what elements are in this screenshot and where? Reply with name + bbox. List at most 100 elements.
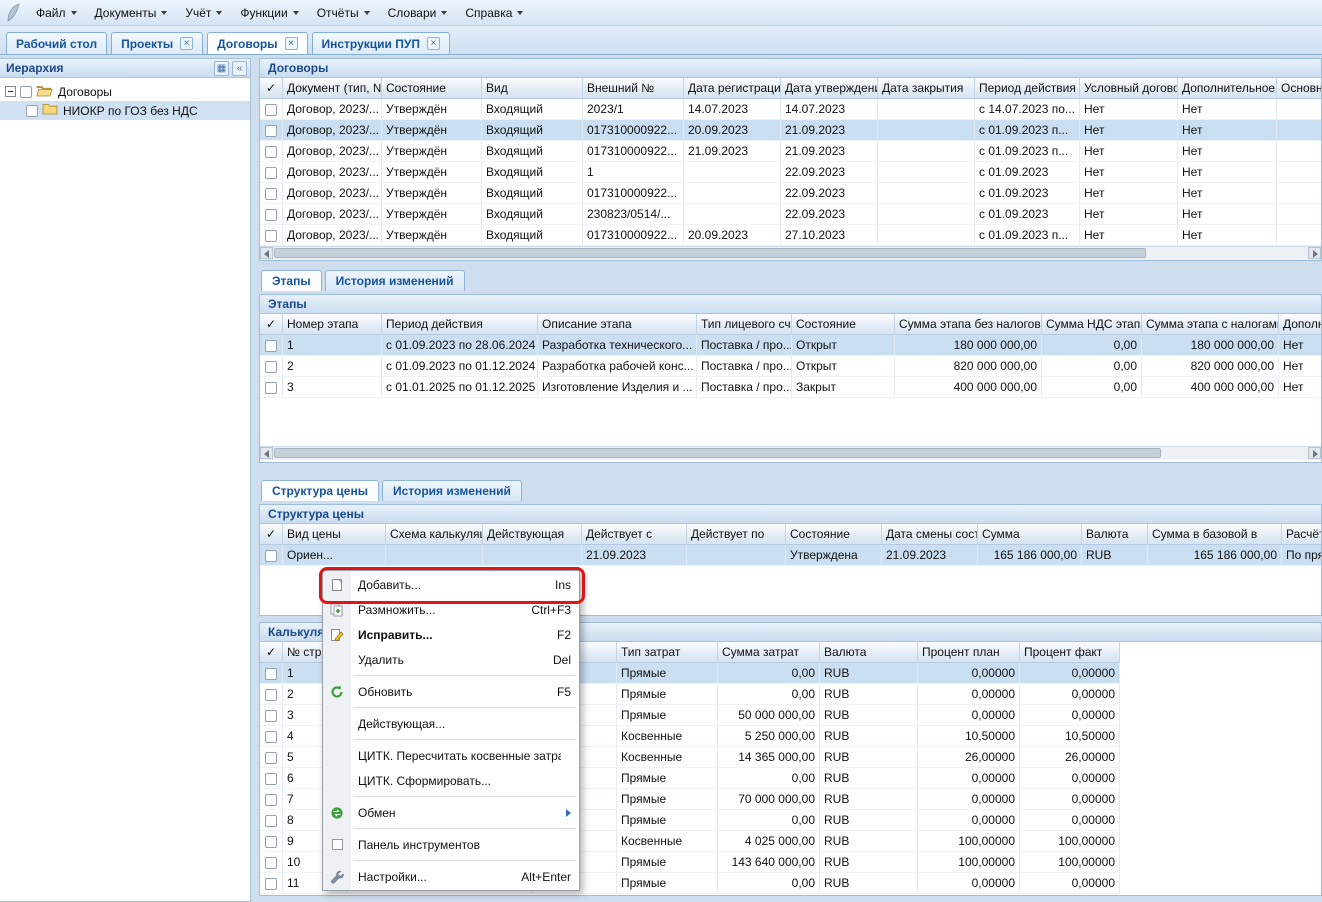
table-row[interactable]: Договор, 2023/...УтверждёнВходящий230823… [260, 204, 1322, 225]
column-header[interactable]: Сумма этапа с налогами [1142, 314, 1279, 335]
row-checkbox[interactable] [265, 146, 277, 158]
tree-node[interactable]: НИОКР по ГОЗ без НДС [0, 101, 250, 120]
column-header[interactable]: Основн [1277, 78, 1322, 99]
column-header[interactable]: Документ (тип, № [283, 78, 382, 99]
menu-item[interactable]: УдалитьDel [323, 647, 579, 672]
column-header[interactable]: Сумма [978, 524, 1082, 545]
close-tab-icon[interactable]: × [427, 37, 440, 50]
column-header[interactable]: Действует с [582, 524, 687, 545]
column-header[interactable]: Состояние [382, 78, 482, 99]
column-header[interactable]: Расчёт [1282, 524, 1322, 545]
column-header[interactable]: Процент план [918, 642, 1020, 663]
close-tab-icon[interactable]: × [285, 37, 298, 50]
row-checkbox[interactable] [265, 550, 277, 562]
row-checkbox[interactable] [265, 167, 277, 179]
tab-item[interactable]: Рабочий стол [6, 32, 107, 55]
tab-item[interactable]: Проекты× [111, 32, 203, 55]
node-checkbox[interactable] [26, 105, 38, 117]
column-header[interactable]: Дата закрытия [878, 78, 975, 99]
collapse-panel-icon[interactable]: « [232, 61, 247, 76]
row-checkbox[interactable] [265, 230, 277, 242]
menu-item[interactable]: Обмен [323, 800, 579, 825]
node-checkbox[interactable] [20, 86, 32, 98]
row-checkbox[interactable] [265, 878, 277, 890]
scroll-thumb[interactable] [274, 248, 1146, 258]
scroll-right-button[interactable] [1308, 247, 1321, 259]
row-checkbox[interactable] [265, 125, 277, 137]
tab-price-structure[interactable]: Структура цены [261, 480, 379, 501]
menu-item[interactable]: ОбновитьF5 [323, 679, 579, 704]
menu-item[interactable]: ЦИТК. Сформировать... [323, 768, 579, 793]
tab-item[interactable]: Инструкции ПУП× [312, 32, 450, 55]
column-header[interactable]: ✓ [260, 642, 283, 663]
column-header[interactable]: Период действия [382, 314, 538, 335]
horizontal-scrollbar[interactable] [260, 446, 1321, 460]
scroll-left-button[interactable] [260, 447, 273, 459]
column-header[interactable]: Тип затрат [617, 642, 718, 663]
table-row[interactable]: Договор, 2023/...УтверждёнВходящий017310… [260, 225, 1322, 246]
column-header[interactable]: Действующая [483, 524, 582, 545]
table-row[interactable]: 1с 01.09.2023 по 28.06.2024Разработка те… [260, 335, 1322, 356]
menu-item[interactable]: Настройки...Alt+Enter [323, 864, 579, 889]
column-header[interactable]: Валюта [1082, 524, 1148, 545]
column-header[interactable]: Вид [482, 78, 583, 99]
menu-item[interactable]: Панель инструментов [323, 832, 579, 857]
column-header[interactable]: Дата утверждения [781, 78, 878, 99]
menubar-item[interactable]: Отчёты [308, 3, 379, 23]
row-checkbox[interactable] [265, 836, 277, 848]
column-header[interactable]: Дата смены состо [882, 524, 978, 545]
column-header[interactable]: Процент факт [1020, 642, 1120, 663]
horizontal-scrollbar[interactable] [260, 246, 1321, 260]
menubar-item[interactable]: Словари [379, 3, 457, 23]
column-header[interactable]: Внешний № [583, 78, 684, 99]
column-header[interactable]: Состояние [786, 524, 882, 545]
row-checkbox[interactable] [265, 857, 277, 869]
column-header[interactable]: Валюта [820, 642, 918, 663]
table-row[interactable]: 3с 01.01.2025 по 01.12.2025Изготовление … [260, 377, 1322, 398]
column-header[interactable]: Дата регистрации [684, 78, 781, 99]
column-header[interactable]: ✓ [260, 524, 283, 545]
table-row[interactable]: Договор, 2023/...УтверждёнВходящий017310… [260, 141, 1322, 162]
row-checkbox[interactable] [265, 382, 277, 394]
row-checkbox[interactable] [265, 340, 277, 352]
column-header[interactable]: ✓ [260, 78, 283, 99]
menubar-item[interactable]: Справка [456, 3, 532, 23]
column-header[interactable]: Сумма в базовой в [1148, 524, 1282, 545]
table-row[interactable]: Договор, 2023/...УтверждёнВходящий017310… [260, 183, 1322, 204]
column-header[interactable]: Описание этапа [538, 314, 697, 335]
column-header[interactable]: Действует по [687, 524, 786, 545]
column-header[interactable]: Условный договор [1080, 78, 1178, 99]
column-header[interactable]: Тип лицевого счёт [697, 314, 792, 335]
row-checkbox[interactable] [265, 188, 277, 200]
column-header[interactable]: Период действия [975, 78, 1080, 99]
row-checkbox[interactable] [265, 815, 277, 827]
row-checkbox[interactable] [265, 773, 277, 785]
menu-item[interactable]: Размножить...Ctrl+F3 [323, 597, 579, 622]
table-row[interactable]: Договор, 2023/...УтверждёнВходящий017310… [260, 120, 1322, 141]
menubar-item[interactable]: Документы [86, 3, 177, 23]
menu-item[interactable]: Добавить...Ins [323, 572, 579, 597]
table-row[interactable]: Договор, 2023/...УтверждёнВходящий122.09… [260, 162, 1322, 183]
scroll-thumb[interactable] [274, 448, 1161, 458]
column-header[interactable]: ✓ [260, 314, 283, 335]
menubar-item[interactable]: Функции [231, 3, 307, 23]
hierarchy-view-icon[interactable]: ▦ [214, 61, 229, 76]
row-checkbox[interactable] [265, 668, 277, 680]
column-header[interactable]: Дополн [1279, 314, 1322, 335]
row-checkbox[interactable] [265, 752, 277, 764]
menu-item[interactable]: Действующая... [323, 711, 579, 736]
column-header[interactable]: Состояние [792, 314, 895, 335]
row-checkbox[interactable] [265, 731, 277, 743]
row-checkbox[interactable] [265, 361, 277, 373]
collapse-node-icon[interactable] [5, 86, 16, 97]
table-row[interactable]: 2с 01.09.2023 по 01.12.2024Разработка ра… [260, 356, 1322, 377]
tab-price-history[interactable]: История изменений [382, 480, 522, 501]
scroll-right-button[interactable] [1308, 447, 1321, 459]
row-checkbox[interactable] [265, 104, 277, 116]
table-row[interactable]: Ориен...21.09.2023Утверждена21.09.202316… [260, 545, 1322, 566]
close-tab-icon[interactable]: × [180, 37, 193, 50]
menu-item[interactable]: ЦИТК. Пересчитать косвенные затраты... [323, 743, 579, 768]
tab-item[interactable]: Договоры× [207, 32, 307, 55]
column-header[interactable]: Схема калькуляци [386, 524, 483, 545]
column-header[interactable]: Сумма этапа без налогов [895, 314, 1042, 335]
